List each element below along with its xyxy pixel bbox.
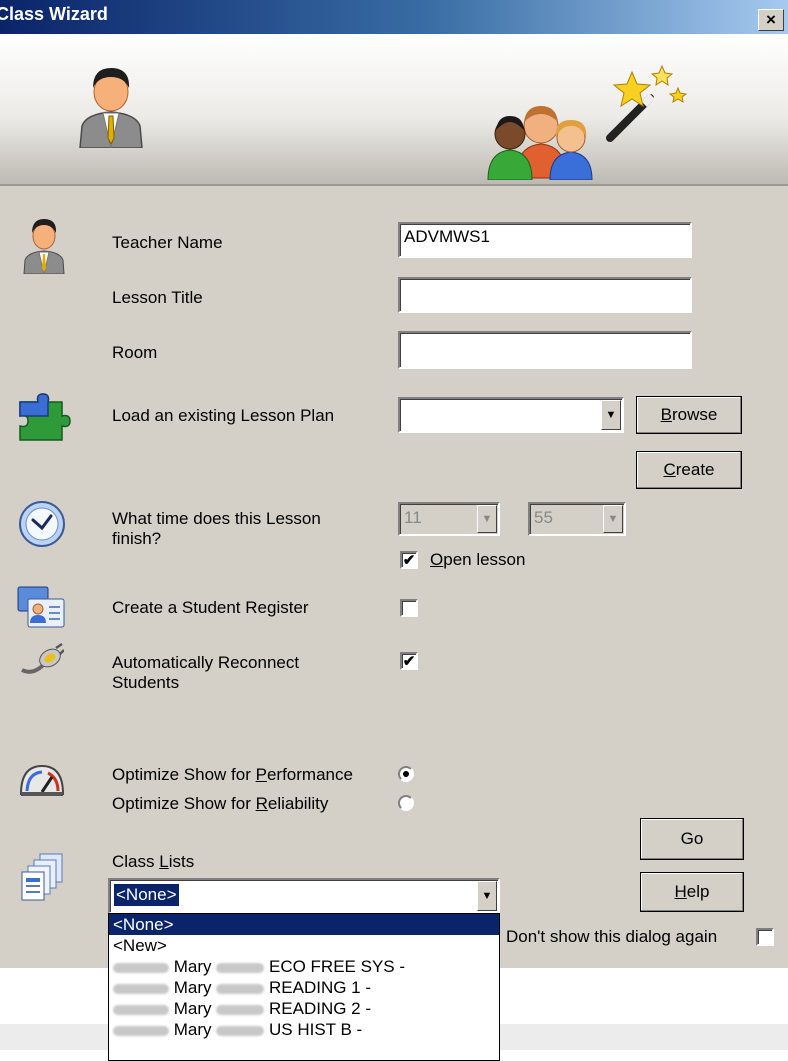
lesson-plan-dropdown[interactable]: ▼ — [398, 397, 624, 433]
class-lists-label: Class Lists — [112, 852, 195, 871]
redacted-text — [216, 983, 265, 994]
gauge-icon — [19, 764, 65, 796]
close-icon: × — [766, 10, 776, 29]
lesson-title-field[interactable] — [398, 277, 692, 313]
optimize-reliability-radio[interactable] — [398, 795, 414, 811]
class-lists-value: <None> — [113, 883, 180, 907]
redacted-text — [113, 1025, 169, 1036]
auto-reconnect-label-1: Automatically Reconnect — [112, 653, 300, 672]
clock-icon — [19, 501, 65, 547]
header-teacher-icon — [79, 68, 143, 148]
title-bar: Class Wizard × — [0, 0, 788, 34]
documents-icon — [21, 853, 63, 901]
close-button[interactable]: × — [758, 9, 784, 31]
list-item[interactable]: Mary READING 2 - — [109, 998, 499, 1019]
auto-reconnect-label-2: Students — [112, 673, 180, 692]
redacted-text — [113, 983, 169, 994]
finish-minute-value: 55 — [534, 508, 553, 527]
finish-time-label-2: finish? — [112, 529, 162, 548]
auto-reconnect-checkbox[interactable]: ✔ — [400, 652, 418, 670]
radio-selected-dot — [403, 771, 409, 777]
redacted-text — [113, 962, 169, 973]
chevron-down-icon[interactable]: ▼ — [477, 881, 497, 911]
help-button[interactable]: Help — [640, 872, 744, 912]
chevron-down-icon[interactable]: ▼ — [603, 505, 623, 533]
list-item[interactable]: <New> — [109, 935, 499, 956]
lesson-title-label: Lesson Title — [112, 288, 203, 307]
class-lists-dropdown-list[interactable]: <None> <New> Mary ECO FREE SYS - Mary RE… — [108, 913, 500, 1061]
finish-minute-dropdown[interactable]: 55 ▼ — [528, 502, 626, 536]
teacher-name-field[interactable]: ADVMWS1 — [398, 222, 692, 258]
student-register-label: Create a Student Register — [112, 598, 309, 617]
chevron-down-icon[interactable]: ▼ — [477, 505, 497, 533]
finish-hour-value: 11 — [404, 508, 422, 527]
dont-show-checkbox[interactable] — [756, 928, 774, 946]
header-banner — [0, 34, 788, 184]
create-button[interactable]: Create — [636, 451, 742, 489]
open-lesson-checkbox[interactable]: ✔ — [400, 551, 418, 569]
optimize-reliability-label: Optimize Show for Reliability — [112, 794, 329, 813]
list-item[interactable]: Mary US HIST B - — [109, 1019, 499, 1040]
teacher-icon — [23, 219, 65, 274]
redacted-text — [113, 1004, 169, 1015]
puzzle-icon — [19, 393, 71, 441]
go-button[interactable]: Go — [640, 818, 744, 860]
header-separator — [0, 184, 788, 186]
finish-time-label-1: What time does this Lesson — [112, 509, 321, 528]
register-card-icon — [17, 586, 65, 628]
redacted-text — [216, 1025, 265, 1036]
header-magic-wand-icon — [606, 64, 688, 142]
class-lists-dropdown[interactable]: <None> ▼ — [108, 878, 500, 914]
redacted-text — [216, 962, 265, 973]
room-label: Room — [112, 343, 158, 362]
header-students-group-icon — [487, 106, 593, 180]
list-item[interactable]: <None> — [109, 914, 499, 935]
browse-button[interactable]: Browse — [636, 396, 742, 434]
optimize-performance-radio[interactable] — [398, 766, 414, 782]
teacher-name-label: Teacher Name — [112, 233, 223, 252]
student-register-checkbox[interactable] — [400, 599, 418, 617]
room-field[interactable] — [398, 331, 692, 369]
optimize-performance-label: Optimize Show for Performance — [112, 765, 353, 784]
plug-icon — [21, 642, 64, 674]
finish-hour-dropdown[interactable]: 11 ▼ — [398, 502, 500, 536]
lesson-plan-label: Load an existing Lesson Plan — [112, 406, 335, 425]
chevron-down-icon[interactable]: ▼ — [601, 400, 621, 430]
list-item[interactable]: Mary ECO FREE SYS - — [109, 956, 499, 977]
open-lesson-label: Open lesson — [430, 550, 526, 569]
window-title: Class Wizard — [0, 4, 108, 24]
redacted-text — [216, 1004, 265, 1015]
dont-show-label: Don't show this dialog again — [506, 927, 718, 946]
list-item[interactable]: Mary READING 1 - — [109, 977, 499, 998]
